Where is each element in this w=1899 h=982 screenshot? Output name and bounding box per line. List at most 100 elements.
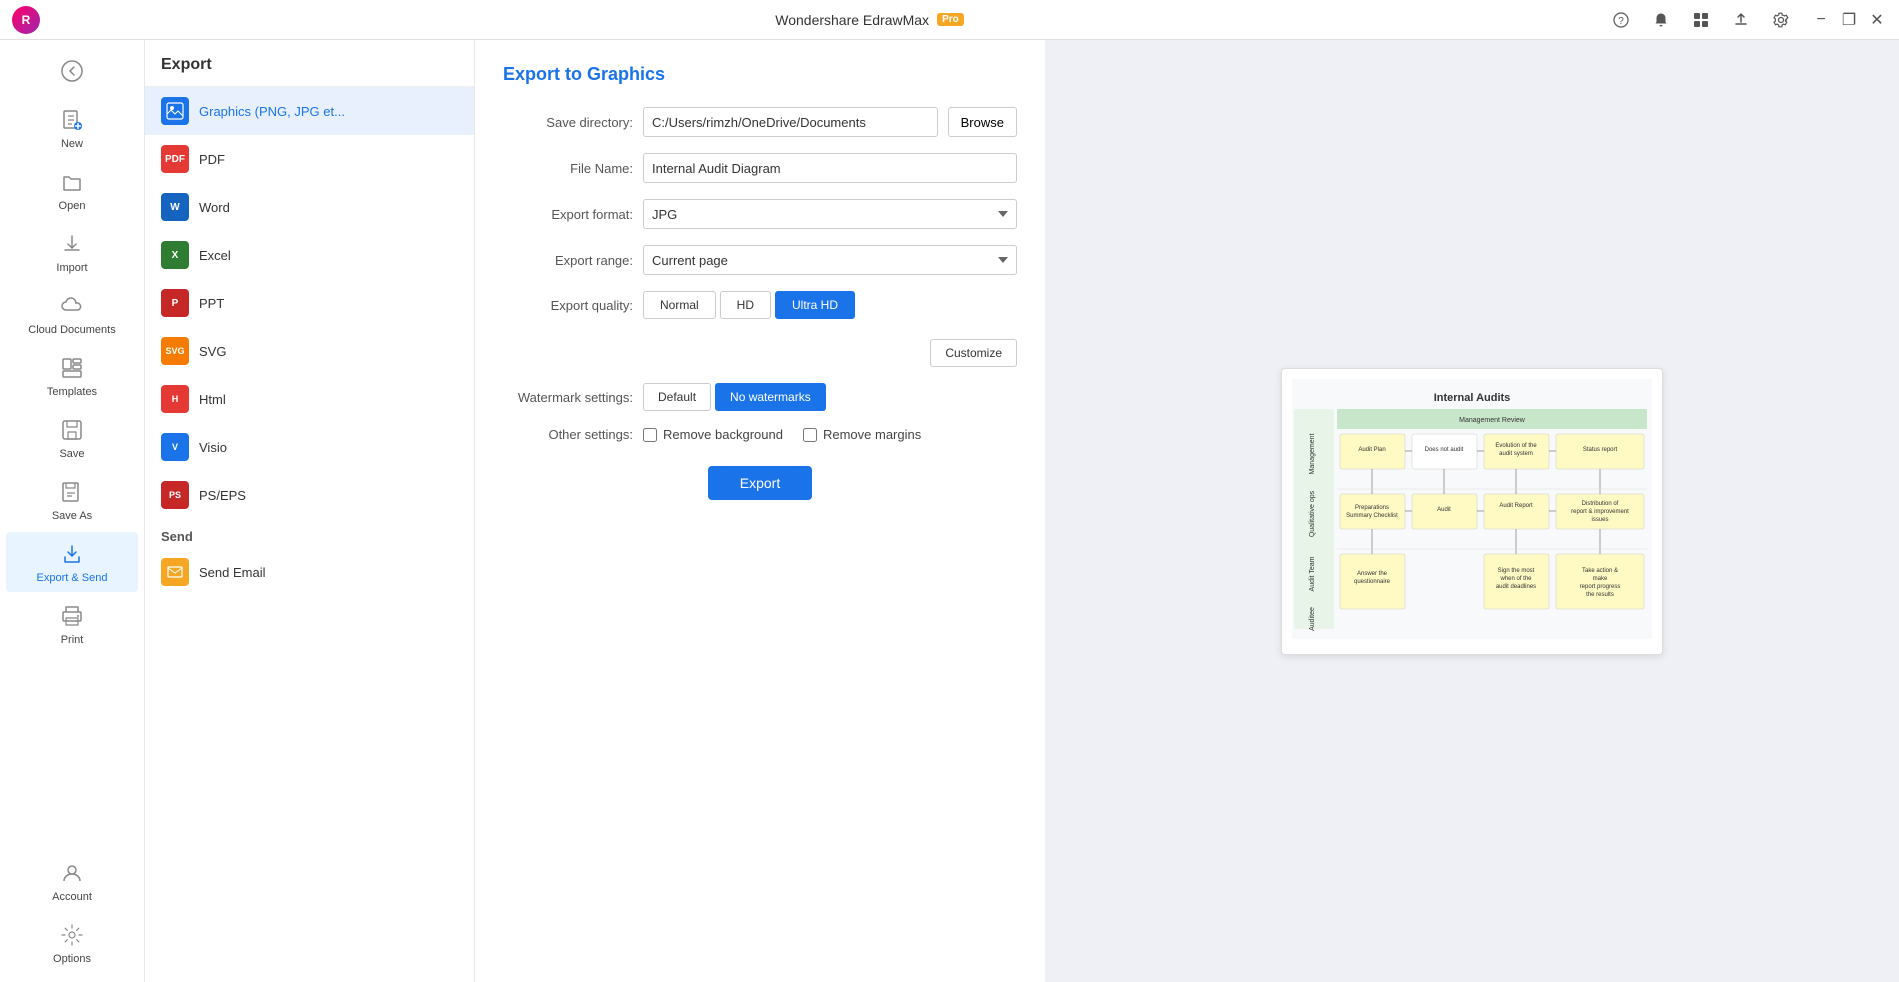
remove-margins-checkbox[interactable] <box>803 428 817 442</box>
file-name-input[interactable] <box>643 153 1017 183</box>
export-format-excel[interactable]: X Excel <box>145 231 474 279</box>
save-directory-label: Save directory: <box>503 115 633 130</box>
grid-icon[interactable] <box>1687 6 1715 34</box>
export-format-row: Export format: JPG PNG BMP GIF TIFF <box>503 199 1017 229</box>
other-settings-label: Other settings: <box>503 427 633 442</box>
quality-ultra-hd-button[interactable]: Ultra HD <box>775 291 855 319</box>
browse-button[interactable]: Browse <box>948 107 1017 137</box>
sidebar-item-options[interactable]: Options <box>6 913 138 973</box>
remove-margins-option[interactable]: Remove margins <box>803 427 921 442</box>
sidebar-item-account[interactable]: Account <box>6 851 138 911</box>
export-button[interactable]: Export <box>708 466 812 500</box>
svg-text:Summary Checklist: Summary Checklist <box>1346 513 1398 519</box>
sidebar-item-templates[interactable]: Templates <box>6 346 138 406</box>
file-name-row: File Name: <box>503 153 1017 183</box>
sidebar-label-new: New <box>61 138 83 150</box>
back-button[interactable] <box>6 49 138 93</box>
html-icon: H <box>161 385 189 413</box>
send-email-item[interactable]: Send Email <box>145 548 474 596</box>
sidebar-item-saveas[interactable]: Save As <box>6 470 138 530</box>
minimize-button[interactable]: − <box>1811 10 1831 30</box>
export-range-label: Export range: <box>503 253 633 268</box>
customize-row: Customize <box>503 333 1017 367</box>
app-title: Wondershare EdrawMax <box>775 12 929 28</box>
export-format-select[interactable]: JPG PNG BMP GIF TIFF <box>643 199 1017 229</box>
svg-icon: SVG <box>161 337 189 365</box>
sidebar-label-options: Options <box>53 953 91 965</box>
svg-text:Sign the most: Sign the most <box>1498 568 1535 574</box>
pseps-label: PS/EPS <box>199 488 246 503</box>
export-format-visio[interactable]: V Visio <box>145 423 474 471</box>
top-icons: ? <box>1607 6 1795 34</box>
content-area: Export to Graphics Save directory: Brows… <box>475 40 1899 982</box>
svg-text:Audit Team: Audit Team <box>1309 556 1316 591</box>
export-panel-title: Export <box>145 40 474 87</box>
html-label: Html <box>199 392 226 407</box>
pdf-icon: PDF <box>161 145 189 173</box>
sidebar-item-open[interactable]: Open <box>6 160 138 220</box>
svg-text:Audit: Audit <box>1437 507 1451 513</box>
share-icon[interactable] <box>1727 6 1755 34</box>
export-range-select[interactable]: Current page All pages Selected objects <box>643 245 1017 275</box>
watermark-none-button[interactable]: No watermarks <box>715 383 826 411</box>
export-format-word[interactable]: W Word <box>145 183 474 231</box>
export-quality-row: Export quality: Normal HD Ultra HD Custo… <box>503 291 1017 367</box>
sidebar-label-cloud: Cloud Documents <box>28 324 115 336</box>
sidebar-label-account: Account <box>52 891 92 903</box>
quality-normal-button[interactable]: Normal <box>643 291 716 319</box>
sidebar-label-import: Import <box>56 262 87 274</box>
titlebar-center: Wondershare EdrawMax Pro <box>775 12 963 28</box>
sidebar-label-save: Save <box>59 448 84 460</box>
sidebar-item-print[interactable]: Print <box>6 594 138 654</box>
send-section-label: Send <box>145 519 474 548</box>
restore-button[interactable]: ❐ <box>1839 10 1859 30</box>
preview-card: Internal Audits Management Qualitative o… <box>1281 368 1663 655</box>
export-format-pseps[interactable]: PS PS/EPS <box>145 471 474 519</box>
remove-margins-label: Remove margins <box>823 427 921 442</box>
word-label: Word <box>199 200 230 215</box>
svg-text:Distribution of: Distribution of <box>1582 501 1619 507</box>
svg-text:Management: Management <box>1309 433 1316 474</box>
templates-icon <box>58 354 86 382</box>
watermark-label: Watermark settings: <box>503 390 633 405</box>
pdf-label: PDF <box>199 152 225 167</box>
sidebar-item-cloud[interactable]: Cloud Documents <box>6 284 138 344</box>
close-button[interactable]: ✕ <box>1867 10 1887 30</box>
svg-text:Take action &: Take action & <box>1582 568 1618 574</box>
import-icon <box>58 230 86 258</box>
export-format-ppt[interactable]: P PPT <box>145 279 474 327</box>
customize-button[interactable]: Customize <box>930 339 1017 367</box>
help-icon[interactable]: ? <box>1607 6 1635 34</box>
sidebar-item-import[interactable]: Import <box>6 222 138 282</box>
export-format-graphics[interactable]: Graphics (PNG, JPG et... <box>145 87 474 135</box>
export-format-svg[interactable]: SVG SVG <box>145 327 474 375</box>
avatar[interactable]: R <box>12 6 40 34</box>
remove-background-option[interactable]: Remove background <box>643 427 783 442</box>
export-format-pdf[interactable]: PDF PDF <box>145 135 474 183</box>
main-layout: New Open Import Cloud Documents <box>0 40 1899 982</box>
cloud-icon <box>58 292 86 320</box>
svg-text:report & improvement: report & improvement <box>1571 509 1629 515</box>
svg-text:Internal Audits: Internal Audits <box>1434 392 1511 404</box>
sidebar-label-templates: Templates <box>47 386 97 398</box>
quality-hd-button[interactable]: HD <box>720 291 771 319</box>
sidebar-item-export[interactable]: Export & Send <box>6 532 138 592</box>
account-icon <box>58 859 86 887</box>
watermark-default-button[interactable]: Default <box>643 383 711 411</box>
titlebar: R Wondershare EdrawMax Pro ? − ❐ <box>0 0 1899 40</box>
sidebar-item-new[interactable]: New <box>6 98 138 158</box>
remove-background-checkbox[interactable] <box>643 428 657 442</box>
export-range-row: Export range: Current page All pages Sel… <box>503 245 1017 275</box>
ppt-icon: P <box>161 289 189 317</box>
settings-icon[interactable] <box>1767 6 1795 34</box>
save-directory-input[interactable] <box>643 107 938 137</box>
save-directory-row: Save directory: Browse <box>503 107 1017 137</box>
svg-text:when of the: when of the <box>1499 576 1532 582</box>
preview-diagram: Internal Audits Management Qualitative o… <box>1292 379 1652 639</box>
graphics-label: Graphics (PNG, JPG et... <box>199 104 345 119</box>
svg-text:report progress: report progress <box>1580 584 1621 590</box>
svg-text:Evolution of the: Evolution of the <box>1495 443 1537 449</box>
bell-icon[interactable] <box>1647 6 1675 34</box>
export-format-html[interactable]: H Html <box>145 375 474 423</box>
sidebar-item-save[interactable]: Save <box>6 408 138 468</box>
